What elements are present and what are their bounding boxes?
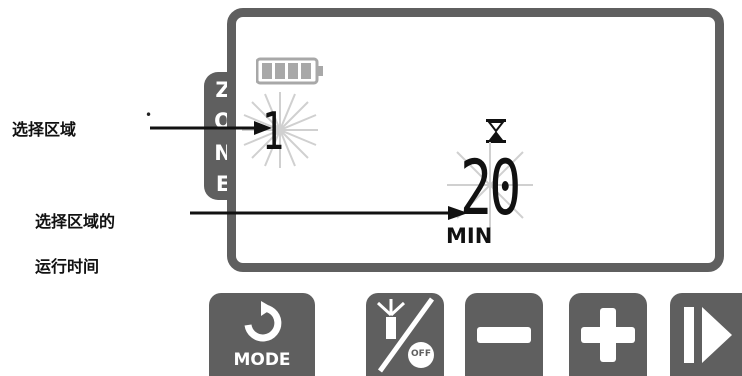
minus-icon	[477, 327, 531, 343]
zone-arrow	[150, 121, 272, 135]
sprinkler-off-button[interactable]: OFF	[366, 293, 444, 376]
runtime-unit: MIN	[446, 224, 493, 248]
zone-callout-label: 选择区域	[12, 120, 77, 139]
runtime-callout-line2: 运行时间	[35, 257, 100, 276]
mode-button-label: MODE	[233, 350, 291, 370]
off-label: OFF	[411, 349, 431, 359]
next-button[interactable]	[670, 293, 742, 376]
next-icon	[684, 307, 732, 363]
minus-button[interactable]	[465, 293, 543, 376]
plus-icon	[581, 308, 635, 362]
runtime-callout-line1: 选择区域的	[35, 212, 116, 231]
battery-icon	[256, 57, 323, 85]
refresh-icon	[244, 301, 282, 342]
sprinkler-off-icon	[376, 297, 435, 373]
plus-button[interactable]	[569, 293, 647, 376]
runtime-arrow	[190, 206, 468, 220]
